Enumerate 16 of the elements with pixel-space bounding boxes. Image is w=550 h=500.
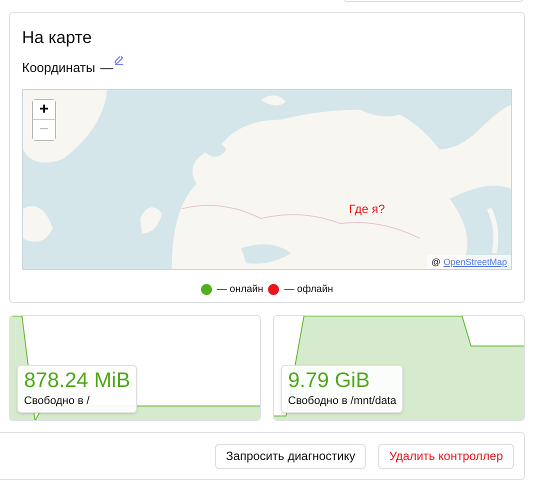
legend-label: — онлайн (216, 283, 264, 297)
stat-label: Свободно в /mnt/data (288, 394, 396, 409)
diagnostics-button[interactable]: Запросить диагностику (215, 444, 366, 468)
zoom-in-button[interactable]: + (33, 100, 55, 120)
stat-label: Свободно в / (24, 394, 91, 409)
stat-value: 9.79 GiB (288, 368, 371, 394)
attribution-text: @ (431, 256, 440, 269)
marker-label: Где я? (349, 201, 385, 218)
coordinates-label: Координаты (22, 59, 96, 77)
delete-button[interactable]: Удалить контроллер (378, 444, 514, 468)
stat-value: 878.24 MiB (24, 368, 130, 394)
card-title: На карте (22, 27, 93, 49)
attribution-link[interactable]: OpenStreetMap (443, 255, 507, 269)
edit-icon[interactable] (114, 55, 124, 65)
legend-label: — офлайн (284, 283, 334, 297)
coordinates-value: — (100, 59, 114, 77)
